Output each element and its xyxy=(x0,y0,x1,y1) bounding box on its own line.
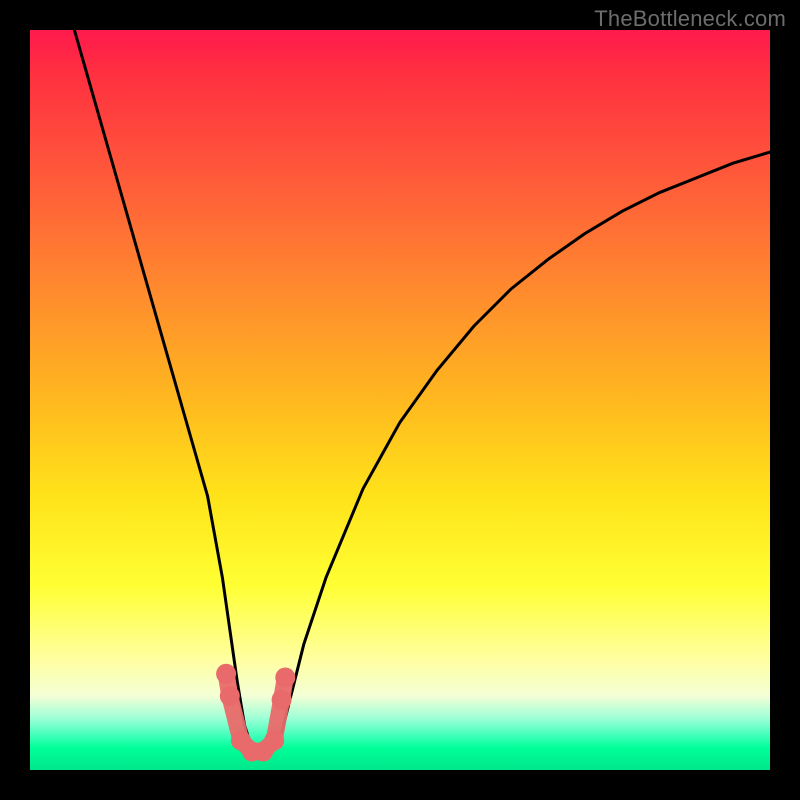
watermark-text: TheBottleneck.com xyxy=(594,6,786,32)
marker-dot xyxy=(253,742,273,762)
curve-path xyxy=(74,30,770,755)
marker-dot xyxy=(275,668,295,688)
marker-dot xyxy=(231,730,251,750)
marker-connector xyxy=(226,674,285,752)
chart-frame: TheBottleneck.com xyxy=(0,0,800,800)
marker-dot xyxy=(216,664,236,684)
gradient-plot-area xyxy=(30,30,770,770)
marker-dot xyxy=(242,742,262,762)
marker-dot xyxy=(272,690,292,710)
bottleneck-curve-svg xyxy=(30,30,770,770)
marker-dot xyxy=(264,730,284,750)
marker-dot xyxy=(220,686,240,706)
